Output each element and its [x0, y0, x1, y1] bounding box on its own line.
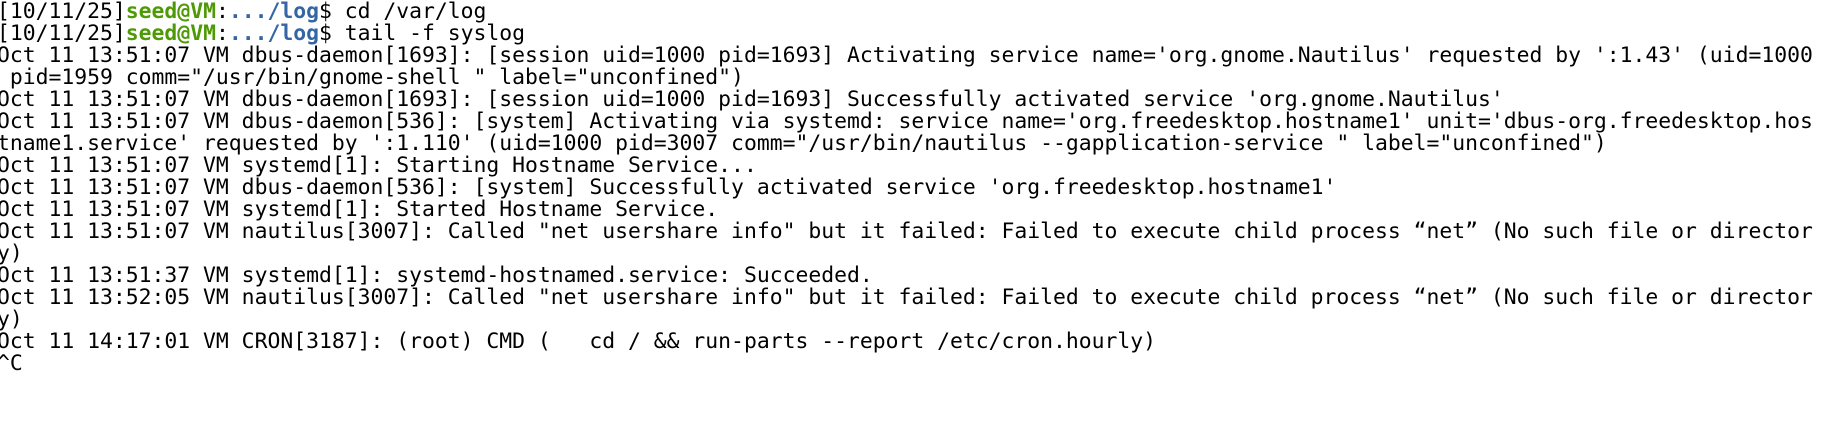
log-line: pid=1959 comm="/usr/bin/gnome-shell " la…: [0, 65, 744, 90]
log-line: Oct 11 13:51:37 VM systemd[1]: systemd-h…: [0, 263, 873, 288]
prompt-line: [10/11/25]seed@VM:.../log$ tail -f syslo…: [0, 23, 1840, 45]
log-line: Oct 11 13:51:07 VM nautilus[3007]: Calle…: [0, 219, 1813, 244]
prompt-line: [10/11/25]seed@VM:.../log$ cd /var/log: [0, 1, 1840, 23]
terminal-output[interactable]: [10/11/25]seed@VM:.../log$ cd /var/log […: [0, 0, 1840, 375]
log-line: Oct 11 14:17:01 VM CRON[3187]: (root) CM…: [0, 329, 1157, 354]
interrupt-line: ^C: [0, 351, 23, 376]
log-line: Oct 11 13:51:07 VM dbus-daemon[536]: [sy…: [0, 109, 1813, 134]
log-line: Oct 11 13:51:07 VM dbus-daemon[536]: [sy…: [0, 175, 1337, 200]
log-line: Oct 11 13:51:07 VM dbus-daemon[1693]: [s…: [0, 43, 1813, 68]
log-line: tname1.service' requested by ':1.110' (u…: [0, 131, 1607, 156]
log-line: y): [0, 307, 23, 332]
log-line: y): [0, 241, 23, 266]
log-line: Oct 11 13:51:07 VM systemd[1]: Started H…: [0, 197, 719, 222]
log-line: Oct 11 13:52:05 VM nautilus[3007]: Calle…: [0, 285, 1813, 310]
log-line: Oct 11 13:51:07 VM dbus-daemon[1693]: [s…: [0, 87, 1504, 112]
log-line: Oct 11 13:51:07 VM systemd[1]: Starting …: [0, 153, 757, 178]
